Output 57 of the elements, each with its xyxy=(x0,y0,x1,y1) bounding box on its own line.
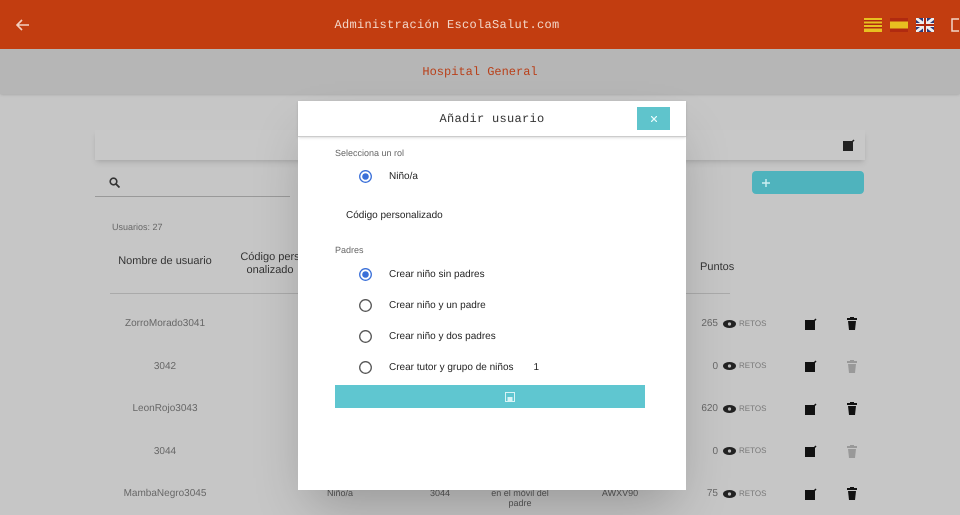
flag-icon[interactable] xyxy=(864,18,882,32)
table-cell-text: Niño/a xyxy=(326,488,354,498)
edit-icon[interactable] xyxy=(805,360,817,372)
radio-label[interactable]: Crear niño sin padres xyxy=(389,267,485,282)
dialog-title: Añadir usuario xyxy=(439,110,545,128)
radio-button[interactable] xyxy=(359,361,372,374)
window-title: Administración EscolaSalut.com xyxy=(333,16,561,34)
users-count: Usuarios: 27 xyxy=(112,220,164,234)
radio-button[interactable] xyxy=(359,330,372,343)
field-label: Código personalizado xyxy=(346,208,444,222)
flag-icon[interactable] xyxy=(890,18,908,32)
column-header: Puntos xyxy=(700,260,734,275)
trash-icon[interactable] xyxy=(847,487,857,500)
edit-icon[interactable] xyxy=(805,488,817,500)
edit-icon[interactable] xyxy=(843,138,855,151)
table-cell-text: 265 xyxy=(700,317,718,332)
table-cell-text: 75 xyxy=(706,487,718,502)
eye-icon xyxy=(723,447,736,456)
radio-button[interactable] xyxy=(359,268,372,281)
edit-icon[interactable] xyxy=(805,402,817,415)
eye-icon xyxy=(723,320,736,328)
close-icon xyxy=(650,116,656,122)
table-cell-text: ZorroMorado3041 xyxy=(124,317,206,332)
edit-icon[interactable] xyxy=(805,318,817,330)
radio-label[interactable]: Niño/a xyxy=(389,168,418,184)
count-value: 1 xyxy=(534,361,540,375)
table-cell-text: MambaNegro3045 xyxy=(122,487,208,502)
table-cell-text: AWXV90 xyxy=(600,488,640,498)
search-icon xyxy=(109,176,120,188)
edit-icon[interactable] xyxy=(805,445,817,458)
radio-button[interactable] xyxy=(359,170,372,182)
table-cell-text: 3042 xyxy=(152,360,178,374)
radio-label[interactable]: Crear niño y dos padres xyxy=(389,329,496,344)
page-title: Hospital General xyxy=(422,64,538,80)
radio-button[interactable] xyxy=(359,299,372,312)
table-cell-text: 0 xyxy=(711,360,718,374)
trash-icon[interactable] xyxy=(847,402,857,416)
logout-icon[interactable] xyxy=(950,18,960,32)
plus-icon xyxy=(762,178,770,187)
table-cell-text: 3044 xyxy=(428,488,452,498)
column-header: Nombre de usuario xyxy=(117,254,213,270)
back-arrow-icon[interactable] xyxy=(16,18,30,30)
table-cell-text: LeonRojo3043 xyxy=(131,402,199,416)
eye-icon xyxy=(723,490,736,498)
trash-icon[interactable] xyxy=(847,317,857,330)
table-cell-text: 3044 xyxy=(152,444,178,459)
flag-icon[interactable] xyxy=(916,18,934,32)
eye-icon xyxy=(723,404,736,413)
radio-label[interactable]: Crear niño y un padre xyxy=(389,298,486,313)
section-label: Selecciona un rol xyxy=(335,147,406,160)
eye-icon xyxy=(723,362,736,370)
table-cell-text: 620 xyxy=(700,402,718,416)
section-label: Padres xyxy=(335,244,365,256)
save-icon xyxy=(505,392,515,402)
table-cell: en el móvil del padre xyxy=(490,488,550,508)
table-cell-text: 0 xyxy=(711,444,718,459)
radio-label[interactable]: Crear tutor y grupo de niños xyxy=(389,360,514,375)
